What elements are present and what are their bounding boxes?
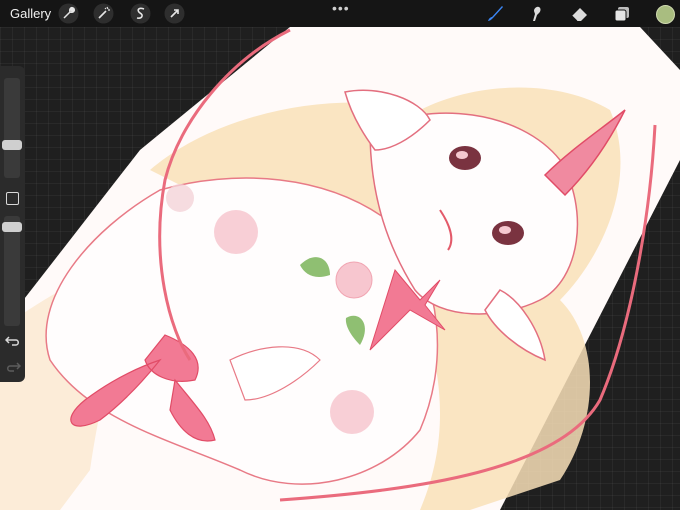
opacity-slider[interactable]: [4, 216, 20, 326]
brush-size-slider[interactable]: [4, 78, 20, 178]
more-menu[interactable]: •••: [332, 0, 350, 16]
brush-icon[interactable]: [484, 3, 505, 24]
modify-button[interactable]: [6, 192, 19, 205]
opacity-thumb[interactable]: [2, 222, 22, 232]
smudge-icon[interactable]: [526, 3, 547, 24]
redo-icon[interactable]: [5, 360, 21, 374]
layers-icon[interactable]: [612, 3, 633, 24]
transform-icon[interactable]: [164, 3, 185, 24]
active-color-swatch[interactable]: [656, 5, 675, 24]
selection-icon[interactable]: [130, 3, 151, 24]
left-sidebar: [0, 66, 25, 382]
rose-shape: [335, 261, 373, 299]
gallery-button[interactable]: Gallery: [10, 6, 51, 21]
blush-1: [214, 210, 258, 254]
canvas-artwork[interactable]: [0, 27, 680, 510]
blush-2: [330, 390, 374, 434]
brush-size-thumb[interactable]: [2, 140, 22, 150]
magic-wand-icon[interactable]: [93, 3, 114, 24]
eraser-icon[interactable]: [569, 3, 590, 24]
top-toolbar: Gallery •••: [0, 0, 680, 27]
wrench-icon[interactable]: [58, 3, 79, 24]
undo-icon[interactable]: [5, 334, 21, 348]
blush-3: [166, 184, 194, 212]
